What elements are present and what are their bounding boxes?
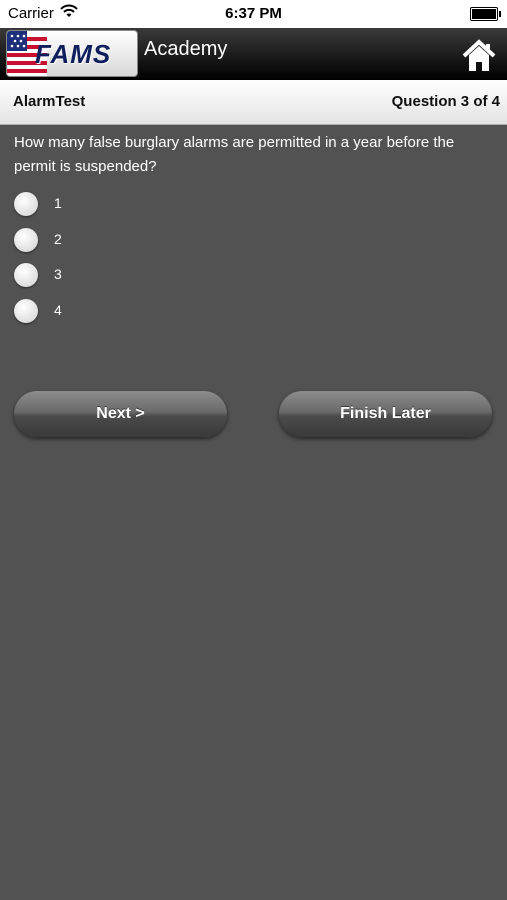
radio-button[interactable] xyxy=(14,227,38,252)
battery-icon xyxy=(470,7,501,21)
option-label: 1 xyxy=(54,195,62,211)
quiz-name: AlarmTest xyxy=(13,93,86,110)
fams-logo: FAMS xyxy=(6,30,138,77)
finish-later-button[interactable]: Finish Later xyxy=(279,391,492,437)
answer-option-4[interactable]: 4 xyxy=(14,297,214,333)
question-counter: Question 3 of 4 xyxy=(391,93,500,110)
question-text: How many false burglary alarms are permi… xyxy=(14,134,455,175)
home-icon xyxy=(462,39,496,71)
answer-option-2[interactable]: 2 xyxy=(14,226,214,262)
answer-options: 1 2 3 4 xyxy=(14,190,214,332)
answer-option-1[interactable]: 1 xyxy=(14,190,214,226)
option-label: 4 xyxy=(54,301,62,318)
quiz-header: AlarmTest Question 3 of 4 xyxy=(0,80,507,125)
home-button[interactable] xyxy=(461,38,497,74)
next-button[interactable]: Next > xyxy=(14,391,227,437)
app-header: FAMS Academy xyxy=(0,28,507,80)
option-label: 2 xyxy=(54,230,62,247)
logo-text: FAMS xyxy=(35,39,112,69)
answer-option-3[interactable]: 3 xyxy=(14,261,214,297)
radio-button[interactable] xyxy=(14,263,38,287)
status-time: 6:37 PM xyxy=(225,5,282,22)
radio-button[interactable] xyxy=(14,298,38,323)
option-label: 3 xyxy=(54,266,62,282)
status-bar: Carrier 6:37 PM xyxy=(0,0,507,28)
app-title: Academy xyxy=(144,38,228,60)
radio-button[interactable] xyxy=(14,192,38,216)
